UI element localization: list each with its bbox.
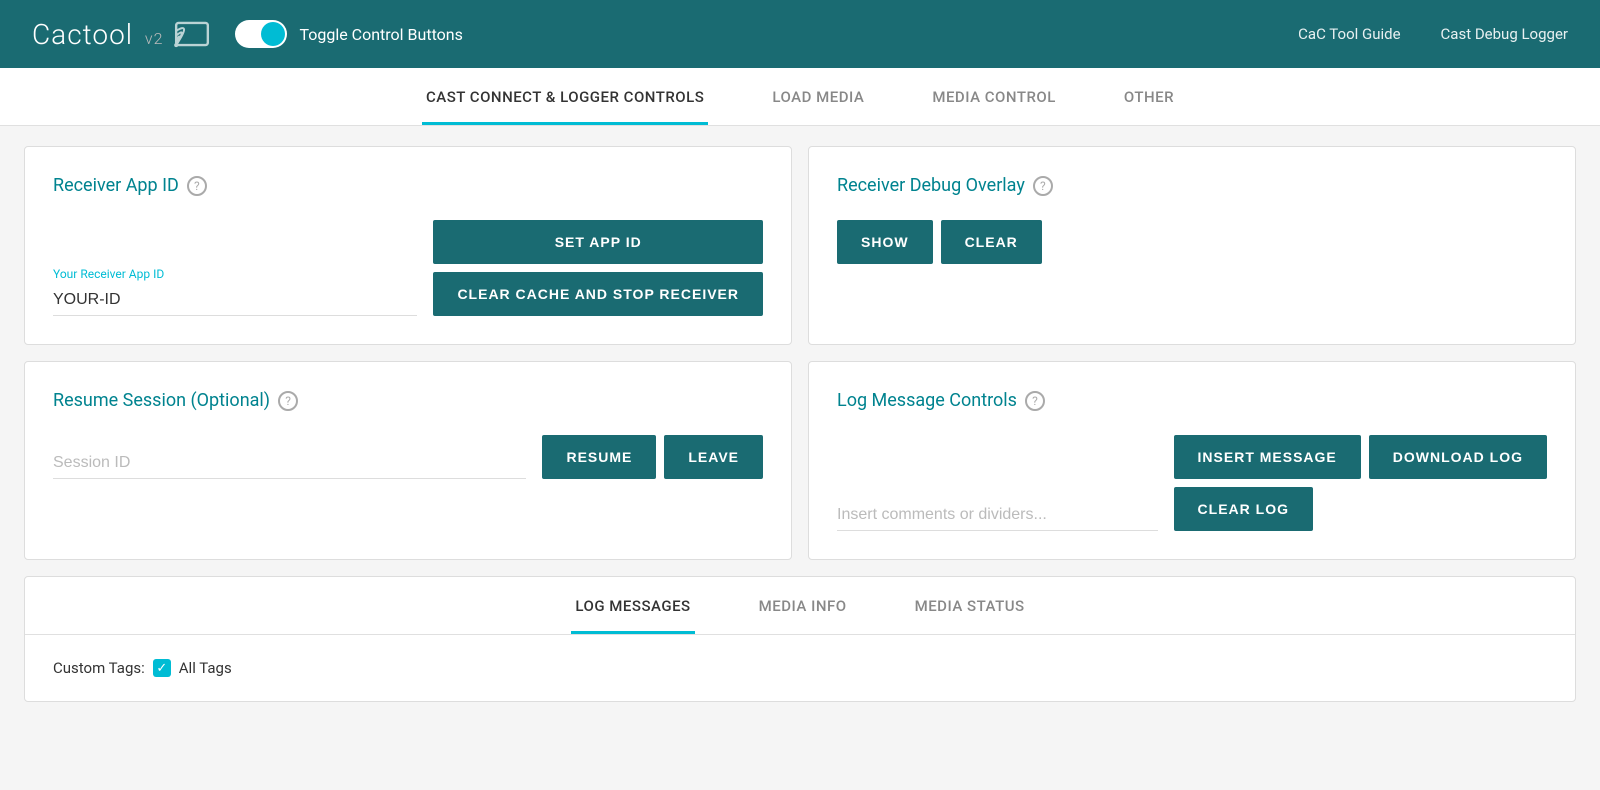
resume-session-help-icon[interactable]: ? [278,391,298,411]
toggle-switch[interactable] [235,20,287,48]
insert-message-button[interactable]: INSERT MESSAGE [1174,435,1361,479]
receiver-debug-help-icon[interactable]: ? [1033,176,1053,196]
resume-session-inner: RESUME LEAVE [53,435,763,479]
clear-cache-button[interactable]: CLEAR CACHE AND STOP RECEIVER [433,272,763,316]
resume-session-buttons: RESUME LEAVE [542,435,763,479]
receiver-app-id-help-icon[interactable]: ? [187,176,207,196]
panel-receiver-app-id: Receiver App ID ? Your Receiver App ID S… [24,146,792,345]
panel-resume-session: Resume Session (Optional) ? RESUME LEAVE [24,361,792,560]
resume-session-title-text: Resume Session (Optional) [53,390,270,411]
title-text: Cactool [32,18,133,51]
receiver-app-id-buttons: SET APP ID CLEAR CACHE AND STOP RECEIVER [433,220,763,316]
toggle-area[interactable]: Toggle Control Buttons [235,20,462,48]
panels-row-1: Receiver App ID ? Your Receiver App ID S… [24,146,1576,345]
header-nav: CaC Tool Guide Cast Debug Logger [1298,25,1568,43]
nav-logger[interactable]: Cast Debug Logger [1441,25,1568,43]
log-controls-inner: INSERT MESSAGE DOWNLOAD LOG CLEAR LOG [837,435,1547,531]
receiver-debug-title-text: Receiver Debug Overlay [837,175,1025,196]
all-tags-checkbox[interactable] [153,659,171,677]
log-message-input[interactable] [837,500,1158,531]
app-title: Cactool v2 [32,18,163,51]
receiver-app-id-title: Receiver App ID ? [53,175,763,196]
leave-button[interactable]: LEAVE [664,435,763,479]
resume-session-title: Resume Session (Optional) ? [53,390,763,411]
logo-area: Cactool v2 [32,15,211,53]
panels-row-2: Resume Session (Optional) ? RESUME LEAVE… [24,361,1576,560]
all-tags-label: All Tags [179,659,232,677]
log-tab-messages[interactable]: LOG MESSAGES [571,577,694,634]
session-input-area [53,448,526,479]
log-tab-media-info[interactable]: MEDIA INFO [755,577,851,634]
receiver-debug-title: Receiver Debug Overlay ? [837,175,1547,196]
panel-log-message-controls: Log Message Controls ? INSERT MESSAGE DO… [808,361,1576,560]
custom-tags-row: Custom Tags: All Tags [53,659,1547,677]
nav-guide[interactable]: CaC Tool Guide [1298,25,1400,43]
log-content: Custom Tags: All Tags [25,635,1575,701]
receiver-app-id-input-area: Your Receiver App ID [53,267,417,316]
tab-cast-connect[interactable]: CAST CONNECT & LOGGER CONTROLS [422,68,708,125]
log-message-controls-title-text: Log Message Controls [837,390,1017,411]
log-message-controls-title: Log Message Controls ? [837,390,1547,411]
download-log-button[interactable]: DOWNLOAD LOG [1369,435,1547,479]
receiver-app-id-input-label: Your Receiver App ID [53,267,417,281]
receiver-app-id-input[interactable] [53,285,417,316]
set-app-id-button[interactable]: SET APP ID [433,220,763,264]
panel-receiver-debug-overlay: Receiver Debug Overlay ? SHOW CLEAR [808,146,1576,345]
log-message-buttons: INSERT MESSAGE DOWNLOAD LOG CLEAR LOG [1174,435,1547,531]
cast-icon [173,15,211,53]
receiver-app-id-inner: Your Receiver App ID SET APP ID CLEAR CA… [53,220,763,316]
log-section: LOG MESSAGES MEDIA INFO MEDIA STATUS Cus… [24,576,1576,702]
resume-button[interactable]: RESUME [542,435,656,479]
show-button[interactable]: SHOW [837,220,933,264]
log-tab-media-status[interactable]: MEDIA STATUS [911,577,1029,634]
tab-media-control[interactable]: MEDIA CONTROL [928,68,1060,125]
main-content: Receiver App ID ? Your Receiver App ID S… [0,126,1600,722]
app-header: Cactool v2 Toggle Control Buttons CaC To… [0,0,1600,68]
main-tabs-bar: CAST CONNECT & LOGGER CONTROLS LOAD MEDI… [0,68,1600,126]
session-id-input[interactable] [53,448,526,479]
receiver-app-id-title-text: Receiver App ID [53,175,179,196]
toggle-label: Toggle Control Buttons [299,25,462,44]
receiver-debug-buttons: SHOW CLEAR [837,220,1547,264]
log-controls-input-area [837,500,1158,531]
custom-tags-label: Custom Tags: [53,659,145,677]
log-tabs-bar: LOG MESSAGES MEDIA INFO MEDIA STATUS [25,577,1575,635]
log-message-controls-help-icon[interactable]: ? [1025,391,1045,411]
clear-log-button[interactable]: CLEAR LOG [1174,487,1313,531]
clear-button[interactable]: CLEAR [941,220,1042,264]
log-btn-row-top: INSERT MESSAGE DOWNLOAD LOG [1174,435,1547,479]
tab-load-media[interactable]: LOAD MEDIA [768,68,868,125]
log-btn-row-bottom: CLEAR LOG [1174,487,1547,531]
version-text: v2 [145,29,164,48]
tab-other[interactable]: OTHER [1120,68,1178,125]
